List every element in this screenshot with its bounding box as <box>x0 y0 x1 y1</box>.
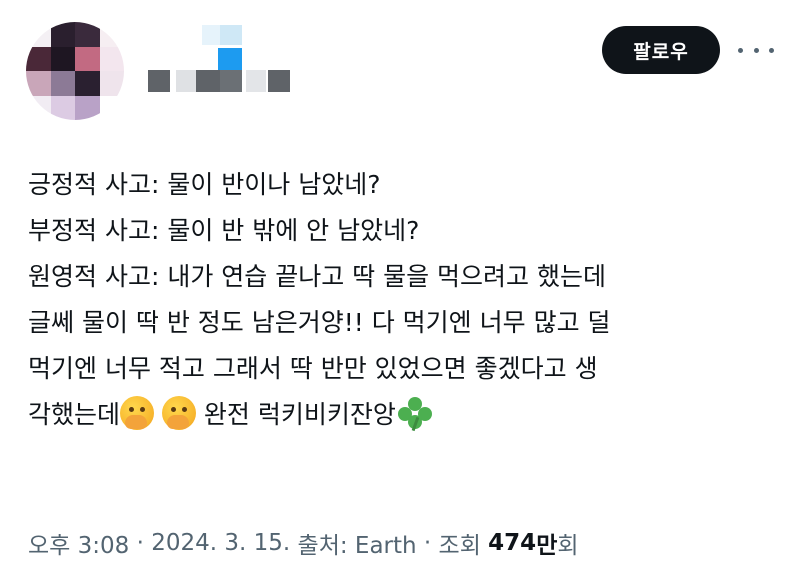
tweet-line: 부정적 사고: 물이 반 밖에 안 남았네? <box>28 216 420 245</box>
display-name-blurred[interactable] <box>120 22 300 100</box>
face-with-hand-over-mouth-icon <box>120 396 155 430</box>
tweet-line: 원영적 사고: 내가 연습 끝나고 딱 물을 먹으려고 했는데 <box>28 262 606 291</box>
post-time[interactable]: 오후 3:08 <box>28 526 129 560</box>
tweet-line: 긍정적 사고: 물이 반이나 남았네? <box>28 170 381 199</box>
separator: · <box>129 530 152 556</box>
tweet-header: 팔로우 <box>0 0 800 120</box>
tweet-last-line: 각했는데 완전 럭키비키잔앙 <box>28 392 778 438</box>
face-with-hand-over-mouth-icon <box>161 396 196 430</box>
tweet-meta: 오후 3:08 · 2024. 3. 15. 출처: Earth · 조회 47… <box>28 523 579 563</box>
post-source: 출처: Earth <box>290 533 417 559</box>
views-label: 조회 <box>438 533 489 559</box>
four-leaf-clover-icon <box>396 397 434 432</box>
follow-button[interactable]: 팔로우 <box>602 26 720 74</box>
views-suffix: 회 <box>557 533 579 559</box>
avatar[interactable] <box>26 22 124 120</box>
views-unit: 만 <box>536 533 558 559</box>
post-date[interactable]: 2024. 3. 15. <box>151 530 290 556</box>
tweet-body: 긍정적 사고: 물이 반이나 남았네? 부정적 사고: 물이 반 밖에 안 남았… <box>28 162 778 438</box>
tweet-line: 글쎄 물이 딱 반 정도 남은거양!! 다 먹기엔 너무 많고 덜 <box>28 308 611 337</box>
separator: · <box>416 530 439 556</box>
tweet-line: 먹기엔 너무 적고 그래서 딱 반만 있었으면 좋겠다고 생 <box>28 354 598 383</box>
tweet-line-part: 완전 럭키비키잔앙 <box>203 400 396 429</box>
tweet-line-part: 각했는데 <box>28 400 121 429</box>
views-count[interactable]: 474 <box>488 530 536 556</box>
more-options-icon[interactable] <box>738 40 774 60</box>
